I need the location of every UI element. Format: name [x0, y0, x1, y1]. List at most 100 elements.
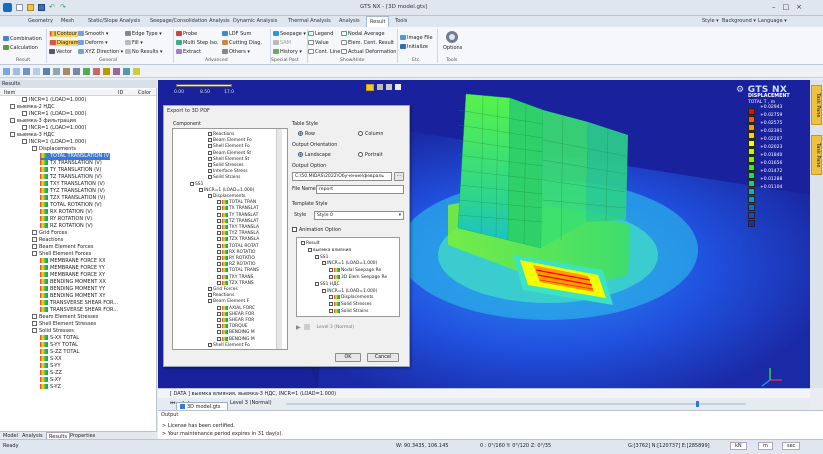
tree-row[interactable]: MEMBRANE FORCE YY	[40, 265, 105, 272]
unit-time-select[interactable]: sec	[782, 442, 801, 450]
table-style-row-radio[interactable]: Row	[298, 131, 315, 137]
row-check-icon[interactable]	[32, 237, 37, 242]
item-checkbox-icon[interactable]	[217, 318, 221, 322]
tree-row[interactable]: Beam Element Stresses	[32, 314, 98, 321]
rotate-icon[interactable]	[63, 68, 70, 75]
ok-button[interactable]: OK	[335, 353, 361, 362]
legend-checkbox[interactable]: Legend	[308, 31, 333, 37]
tree-row[interactable]: RX ROTATION (V)	[40, 209, 93, 216]
first-step-icon[interactable]: ⏮	[170, 400, 175, 408]
tree-row[interactable]: S-YY TOTAL	[40, 342, 78, 349]
level-dropdown[interactable]: Level 3 (Normal)	[230, 400, 272, 406]
menu-result[interactable]: Result	[366, 16, 390, 27]
step-slider-thumb[interactable]	[696, 401, 699, 407]
filter-icon[interactable]	[103, 68, 110, 75]
task-pane-tab[interactable]: Task Pane	[811, 85, 822, 125]
history-dropdown[interactable]: History ▾	[273, 49, 302, 55]
maximize-icon[interactable]: □	[783, 3, 790, 11]
item-checkbox-icon[interactable]	[322, 261, 326, 266]
file-name-field[interactable]: report	[316, 185, 404, 194]
menu-tools[interactable]: Tools	[395, 18, 407, 24]
tree-row[interactable]: S-XY	[40, 377, 61, 384]
item-checkbox-icon[interactable]	[208, 144, 212, 149]
item-checkbox-icon[interactable]	[208, 293, 212, 298]
tree-row[interactable]: Grid Forces	[32, 230, 67, 237]
row-check-icon[interactable]	[10, 118, 15, 123]
item-checkbox-icon[interactable]	[217, 218, 221, 223]
edge-type-dropdown[interactable]: Edge Type ▾	[125, 31, 162, 37]
close-icon[interactable]: ×	[796, 3, 802, 11]
item-checkbox-icon[interactable]	[208, 287, 212, 291]
tree-row[interactable]: RY ROTATION (V)	[40, 216, 92, 223]
animation-tree[interactable]: Result выемка влияния SS1 INCR=1 (LOAD=1.00…	[296, 237, 400, 317]
row-check-icon[interactable]	[32, 314, 37, 319]
row-check-icon[interactable]	[22, 111, 27, 116]
tree-row[interactable]: RZ ROTATION (V)	[40, 223, 93, 230]
tree-row[interactable]: S-ZZ	[40, 370, 62, 377]
viewport-tool-strip[interactable]	[366, 84, 401, 91]
view-front-icon[interactable]	[3, 68, 10, 75]
grid-view-icon[interactable]	[377, 84, 383, 90]
component-tree-item[interactable]: Solid Strains	[208, 174, 240, 181]
view-side-icon[interactable]	[33, 68, 40, 75]
xyz-direction-dropdown[interactable]: XYZ Direction ▾	[78, 49, 123, 55]
row-check-icon[interactable]	[22, 125, 27, 130]
item-checkbox-icon[interactable]	[217, 231, 221, 236]
row-check-icon[interactable]	[10, 104, 15, 109]
contour-button[interactable]: Contour	[49, 31, 78, 37]
ldf-sum-button[interactable]: LDF Sum	[222, 31, 251, 37]
task-pane-tab[interactable]: Task Pane	[811, 135, 822, 175]
item-checkbox-icon[interactable]	[217, 268, 221, 273]
show-icon[interactable]	[123, 68, 130, 75]
cancel-button[interactable]: Cancel	[367, 353, 399, 362]
save-icon[interactable]	[38, 4, 45, 11]
open-icon[interactable]	[27, 4, 34, 11]
elem-cent-result-checkbox[interactable]: Elem. Cent. Result	[341, 40, 394, 46]
tree-row[interactable]: MEMBRANE FORCE XX	[40, 258, 106, 265]
item-checkbox-icon[interactable]	[329, 302, 333, 307]
tree-row[interactable]: S-XX	[40, 356, 62, 363]
image-file-button[interactable]: Image File	[400, 35, 433, 41]
row-check-icon[interactable]	[32, 328, 37, 333]
tree-row[interactable]: TRANSVERSE SHEAR FOR...	[40, 300, 118, 307]
sam-button[interactable]: SAM	[273, 40, 291, 46]
tree-row[interactable]: TZ TRANSLATION (V)	[40, 174, 102, 181]
item-checkbox-icon[interactable]	[208, 156, 212, 161]
item-checkbox-icon[interactable]	[217, 305, 221, 310]
fit-icon[interactable]	[73, 68, 80, 75]
style-menu[interactable]: Style ▾	[702, 18, 719, 24]
item-checkbox-icon[interactable]	[217, 206, 221, 211]
tree-row[interactable]: S-YY	[40, 363, 61, 370]
item-checkbox-icon[interactable]	[322, 288, 326, 293]
multi-step-iso-button[interactable]: Multi Step Iso.	[176, 40, 218, 46]
menu-geometry[interactable]: Geometry	[28, 18, 53, 24]
undo-icon[interactable]: ↶	[49, 4, 56, 11]
new-icon[interactable]	[16, 4, 23, 11]
orientation-portrait-radio[interactable]: Portrait	[358, 152, 383, 158]
tree-row[interactable]: S-ZZ TOTAL	[40, 349, 79, 356]
item-checkbox-icon[interactable]	[190, 181, 194, 186]
row-check-icon[interactable]	[22, 139, 27, 144]
layer-icon[interactable]	[386, 84, 392, 90]
row-check-icon[interactable]	[32, 230, 37, 235]
item-checkbox-icon[interactable]	[217, 311, 221, 316]
animation-option-checkbox[interactable]: Animation Option	[292, 227, 341, 233]
item-checkbox-icon[interactable]	[217, 256, 221, 260]
tree-row[interactable]: BENDING MOMENT XY	[40, 293, 105, 300]
tree-row[interactable]: Displacements	[32, 146, 76, 153]
quick-access-toolbar[interactable]: ↶ ↷	[16, 4, 166, 12]
component-tree-scrollbar[interactable]	[276, 129, 282, 349]
item-checkbox-icon[interactable]	[308, 247, 312, 252]
select-icon[interactable]	[93, 68, 100, 75]
tree-row[interactable]: Beam Element Forces	[32, 244, 93, 251]
seepage-dropdown[interactable]: Seepage ▾	[273, 31, 306, 37]
item-checkbox-icon[interactable]	[217, 212, 221, 217]
item-checkbox-icon[interactable]	[217, 324, 221, 329]
unit-force-select[interactable]: kN	[730, 442, 747, 450]
item-checkbox-icon[interactable]	[217, 243, 221, 248]
tree-row[interactable]: выемка-3 НДС	[10, 132, 55, 139]
tree-row[interactable]: INCR=1 (LOAD=1.000)	[22, 139, 86, 146]
item-checkbox-icon[interactable]	[208, 342, 212, 347]
tree-row[interactable]: Reactions	[32, 237, 63, 244]
hide-icon[interactable]	[113, 68, 120, 75]
